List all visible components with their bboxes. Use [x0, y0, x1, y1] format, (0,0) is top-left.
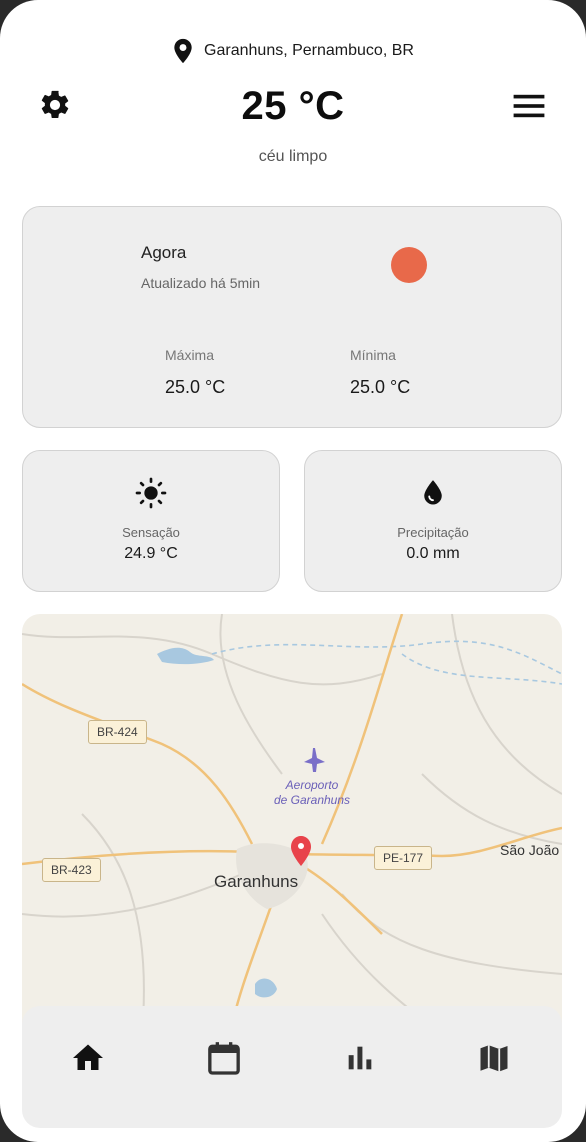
city-label: Garanhuns [214, 872, 299, 891]
nav-calendar[interactable] [202, 1036, 246, 1080]
precipitation-value: 0.0 mm [406, 545, 460, 562]
nav-map[interactable] [472, 1036, 516, 1080]
nav-statistics[interactable] [338, 1036, 382, 1080]
location-pin-icon [174, 38, 192, 64]
min-value: 25.0 °C [350, 377, 411, 397]
feels-like-card: Sensação 24.9 °C [22, 450, 280, 592]
road-label-br424: BR-424 [88, 720, 147, 744]
map-view[interactable]: BR-424 BR-423 PE-177 Aeroporto de Garanh… [22, 614, 562, 1034]
bar-chart-icon [348, 1046, 372, 1070]
road-label-pe177: PE-177 [374, 846, 433, 870]
current-temperature: 25 °C [241, 84, 345, 128]
feels-like-value: 24.9 °C [124, 545, 178, 562]
location-text: Garanhuns, Pernambuco, BR [204, 42, 414, 59]
airport-label: Aeroporto de Garanhuns [273, 778, 351, 807]
nav-home[interactable] [66, 1036, 110, 1080]
feels-like-label: Sensação [122, 525, 180, 540]
sun-indicator-icon [391, 247, 427, 283]
now-title: Agora [141, 243, 187, 262]
map-base [22, 614, 562, 1034]
max-value: 25.0 °C [165, 377, 226, 397]
location-row: Garanhuns, Pernambuco, BR [0, 38, 586, 64]
road-label-br423: BR-423 [42, 858, 101, 882]
sun-icon [135, 477, 167, 509]
precipitation-card: Precipitação 0.0 mm [304, 450, 562, 592]
town-label-sao-joao: São João [500, 842, 560, 858]
min-label: Mínima [350, 347, 396, 363]
weather-description: céu limpo [258, 148, 328, 165]
precipitation-label: Precipitação [397, 525, 469, 540]
home-icon [73, 1044, 103, 1070]
current-weather-card: Agora Atualizado há 5min Máxima 25.0 °C … [22, 206, 562, 428]
bottom-navigation [22, 1006, 562, 1128]
updated-text: Atualizado há 5min [141, 275, 261, 291]
phone-screen: Garanhuns, Pernambuco, BR 25 °C céu limp… [0, 0, 586, 1142]
max-label: Máxima [165, 347, 215, 363]
calendar-icon [208, 1042, 240, 1075]
map-icon [480, 1045, 508, 1072]
water-drop-icon [424, 480, 442, 505]
